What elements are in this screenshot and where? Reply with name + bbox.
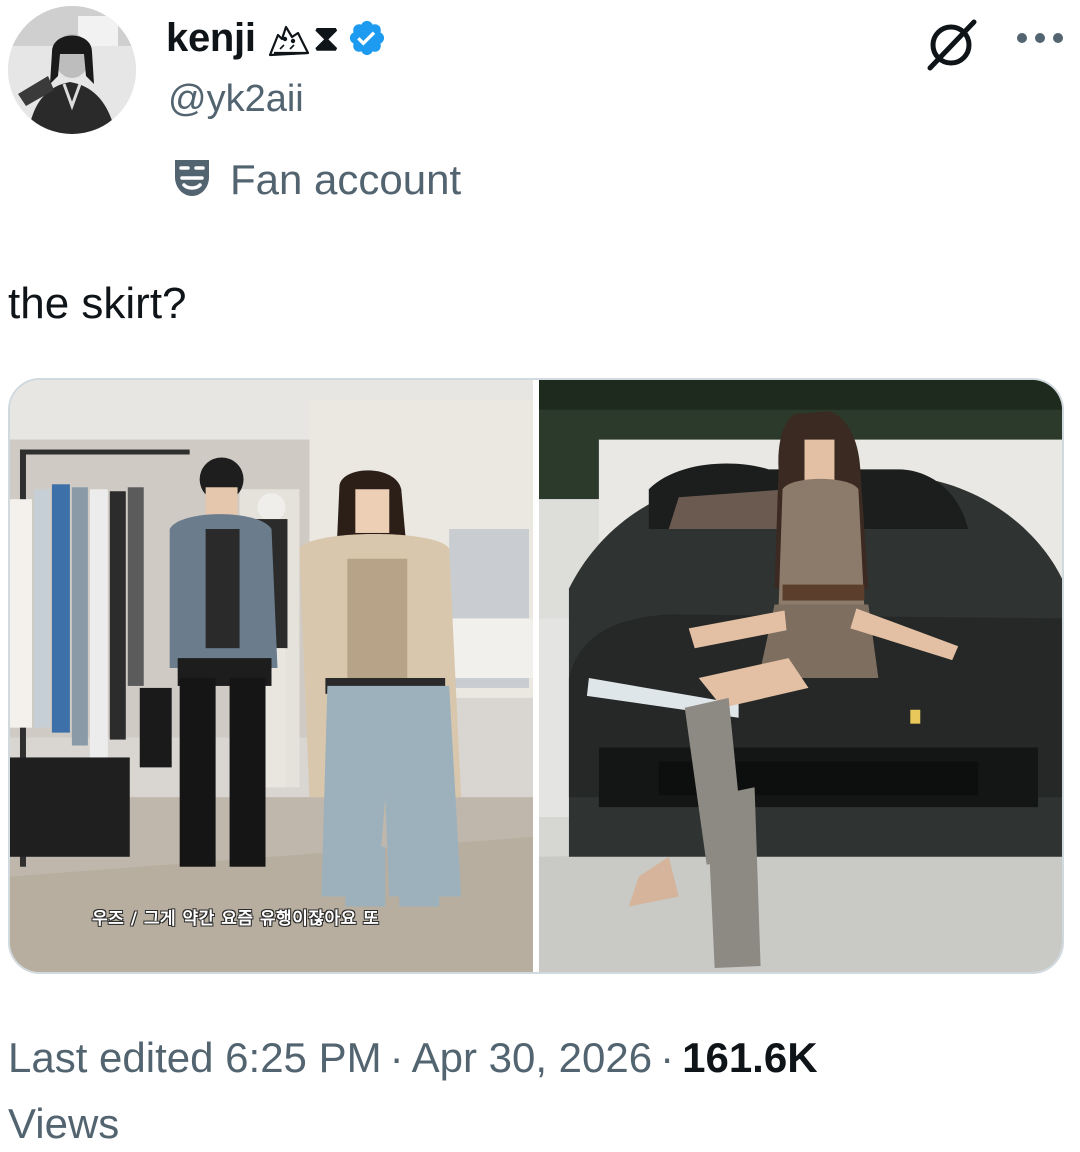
- display-name[interactable]: kenji: [166, 16, 256, 61]
- photo-boutique[interactable]: 우즈 / 그게 약간 요즘 유행이잖아요 또: [10, 380, 533, 972]
- user-handle[interactable]: @yk2aii: [168, 78, 304, 121]
- hourglass-emoji: ⧗: [313, 17, 339, 58]
- views-count[interactable]: 161.6K: [682, 1034, 817, 1081]
- separator: ·: [389, 1034, 404, 1081]
- media-grid: 우즈 / 그게 약간 요즘 유행이잖아요 또: [8, 378, 1064, 974]
- tweet-header: kenji ⧗ @yk2aii Fan account: [8, 2, 1072, 212]
- fan-account-label[interactable]: Fan account: [172, 152, 461, 208]
- verified-badge-icon[interactable]: [347, 18, 387, 58]
- views-label: Views: [8, 1100, 120, 1147]
- theater-mask-icon: [172, 157, 212, 204]
- name-row: kenji ⧗: [166, 10, 387, 66]
- tweet-time[interactable]: 6:25 PM: [225, 1034, 381, 1081]
- avatar[interactable]: [8, 6, 136, 134]
- owl-icon: [268, 19, 312, 57]
- label-text: Fan account: [230, 156, 462, 203]
- tweet-meta: Last edited 6:25 PM · Apr 30, 2026 · 161.6K: [8, 1030, 1072, 1086]
- separator: ·: [660, 1034, 675, 1081]
- photo-sports-car[interactable]: [538, 380, 1062, 972]
- grok-icon[interactable]: [920, 12, 984, 76]
- video-subtitle: 우즈 / 그게 약간 요즘 유행이잖아요 또: [92, 909, 380, 929]
- edited-prefix[interactable]: Last edited: [8, 1034, 214, 1081]
- tweet-text: the skirt?: [8, 279, 187, 328]
- tweet-date[interactable]: Apr 30, 2026: [412, 1034, 653, 1081]
- more-dots-icon[interactable]: [1008, 16, 1072, 60]
